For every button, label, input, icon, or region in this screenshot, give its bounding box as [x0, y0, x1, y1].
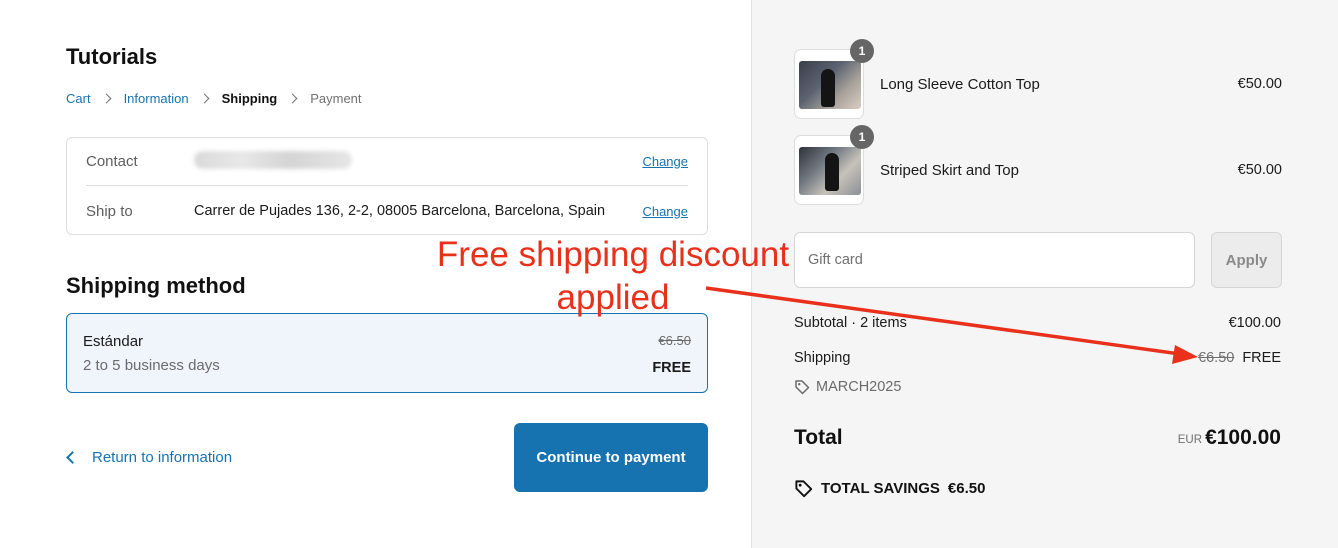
change-contact-link[interactable]: Change [642, 154, 688, 169]
shipto-label: Ship to [86, 202, 133, 220]
breadcrumb-payment: Payment [310, 91, 362, 106]
chevron-right-icon [287, 93, 298, 104]
gift-card-input[interactable] [794, 232, 1195, 288]
product-price: €50.00 [1237, 162, 1282, 178]
shipping-option-subtitle: 2 to 5 business days [83, 357, 220, 374]
shipping-original-price: €6.50 [1198, 350, 1235, 366]
tag-icon [794, 479, 821, 498]
total-label: Total [794, 426, 843, 449]
product-image [799, 147, 861, 195]
subtotal-label: Subtotal · 2 items [794, 315, 907, 331]
shipping-label: Shipping [794, 350, 851, 366]
total-amount: €100.00 [1205, 426, 1281, 449]
review-box: Contact Change Ship to Carrer de Pujades… [66, 137, 708, 235]
shipping-option-original-price: €6.50 [658, 333, 691, 348]
annotation-callout: Free shipping discount applied [423, 233, 803, 319]
contact-value [194, 150, 642, 173]
redacted-email [194, 150, 352, 169]
chevron-right-icon [101, 93, 112, 104]
return-to-information-link[interactable]: Return to information [66, 449, 233, 466]
product-name: Long Sleeve Cotton Top [880, 76, 1040, 93]
product-image [799, 61, 861, 109]
breadcrumb-cart[interactable]: Cart [66, 91, 91, 106]
breadcrumb-information[interactable]: Information [124, 91, 189, 106]
savings-label: TOTAL SAVINGS [821, 480, 940, 497]
product-name: Striped Skirt and Top [880, 162, 1019, 179]
annotation-line-2: applied [556, 278, 670, 317]
product-thumbnail: 1 [794, 39, 874, 119]
product-thumbnail: 1 [794, 125, 874, 205]
change-shipto-link[interactable]: Change [642, 204, 688, 219]
discount-code: MARCH2025 [816, 379, 902, 395]
shipping-final-price: FREE [1242, 350, 1281, 366]
shipto-row: Ship to Carrer de Pujades 136, 2-2, 0800… [86, 187, 688, 235]
subtotal-value: €100.00 [1228, 315, 1281, 331]
breadcrumb-shipping: Shipping [221, 91, 278, 106]
store-name[interactable]: Tutorials [66, 44, 157, 70]
shipping-value: €6.50 FREE [1198, 350, 1281, 366]
shipping-method-title: Shipping method [66, 273, 246, 298]
line-item: 1 Long Sleeve Cotton Top €50.00 [794, 39, 1282, 119]
contact-label: Contact [86, 153, 138, 170]
contact-row: Contact Change [86, 138, 688, 186]
product-price: €50.00 [1237, 76, 1282, 92]
total-savings: TOTAL SAVINGS €6.50 [794, 479, 985, 498]
annotation-line-1: Free shipping discount [436, 235, 790, 274]
discount-code-row: MARCH2025 [794, 379, 901, 395]
line-item: 1 Striped Skirt and Top €50.00 [794, 125, 1282, 205]
chevron-left-icon [66, 451, 79, 464]
tag-icon [794, 379, 816, 395]
return-link-label: Return to information [92, 449, 233, 466]
shipto-value: Carrer de Pujades 136, 2-2, 08005 Barcel… [194, 203, 606, 219]
savings-value: €6.50 [947, 480, 986, 497]
breadcrumb: Cart Information Shipping Payment [66, 91, 362, 106]
order-summary-panel: 1 Long Sleeve Cotton Top €50.00 1 Stripe… [751, 0, 1338, 548]
quantity-badge: 1 [850, 125, 874, 149]
shipping-option-selected[interactable]: Estándar 2 to 5 business days €6.50 FREE [66, 313, 708, 393]
shipping-option-name: Estándar [83, 333, 144, 350]
quantity-badge: 1 [850, 39, 874, 63]
chevron-right-icon [199, 93, 210, 104]
apply-button[interactable]: Apply [1211, 232, 1282, 288]
continue-to-payment-button[interactable]: Continue to payment [514, 423, 708, 492]
shipping-option-price: FREE [652, 360, 691, 376]
total-currency: EUR [1177, 434, 1202, 446]
